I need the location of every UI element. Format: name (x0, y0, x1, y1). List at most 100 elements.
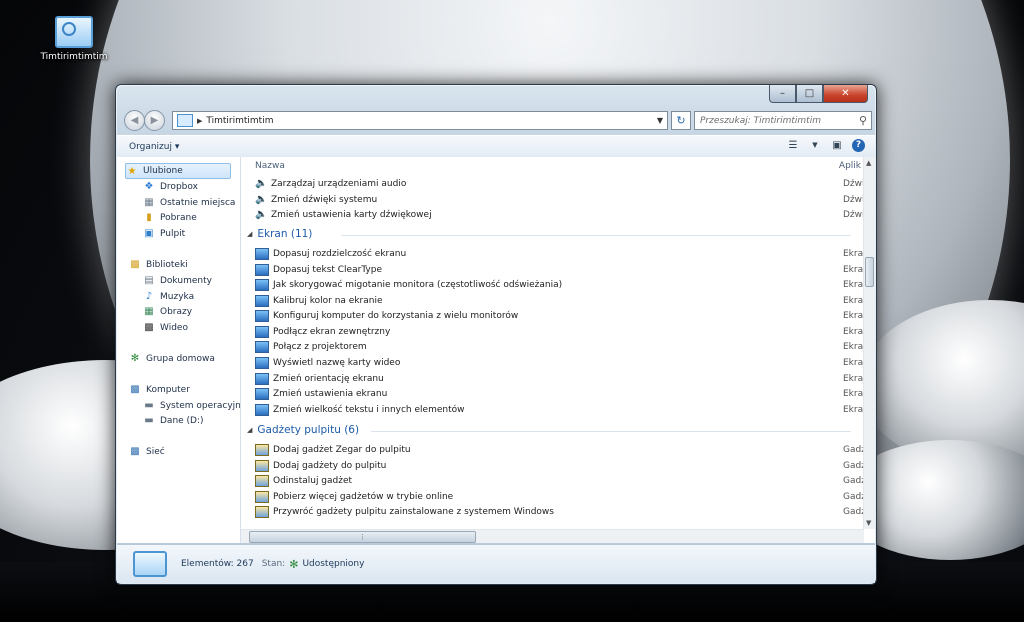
close-button[interactable]: ✕ (823, 85, 868, 103)
state-label: Stan: (261, 559, 286, 569)
sidebar-item-favorites[interactable]: ★ Ulubione (125, 163, 231, 179)
group-divider (341, 235, 851, 236)
list-item[interactable]: Zmień orientację ekranu Ekran (255, 371, 875, 386)
list-item-label: Połącz z projektorem (273, 341, 367, 352)
group-header-ekran[interactable]: ◢ Ekran (11) (247, 228, 312, 240)
list-item[interactable]: Konfiguruj komputer do korzystania z wie… (255, 308, 875, 323)
refresh-button[interactable]: ↻ (671, 111, 691, 130)
vertical-scroll-thumb[interactable] (865, 257, 874, 287)
libraries-icon: ▩ (130, 259, 140, 270)
column-header-app[interactable]: Aplik (839, 161, 861, 171)
list-item[interactable]: Dopasuj tekst ClearType Ekran (255, 262, 875, 277)
list-item[interactable]: 🔈 Zmień ustawienia karty dźwiękowej Dźwi (255, 207, 875, 222)
list-item[interactable]: Odinstaluj gadżet Gadź (255, 473, 875, 488)
preview-pane-icon[interactable]: ▣ (830, 138, 844, 152)
desktop-folder-icon: ▣ (144, 228, 154, 239)
view-options-icon[interactable]: ☰ (786, 138, 800, 152)
monitor-icon (255, 325, 269, 338)
list-item[interactable]: Zmień ustawienia ekranu Ekran (255, 386, 875, 401)
list-item-label: Zmień orientację ekranu (273, 373, 384, 384)
sidebar-item-system-drive[interactable]: ▬ System operacyjny ( (143, 400, 240, 411)
gadget-icon (255, 459, 269, 472)
list-item[interactable]: Połącz z projektorem Ekran (255, 339, 875, 354)
minimize-button[interactable]: – (769, 85, 796, 103)
maximize-button[interactable]: □ (796, 85, 823, 103)
list-item-label: Wyświetl nazwę karty wideo (273, 357, 401, 368)
list-item[interactable]: Wyświetl nazwę karty wideo Ekran (255, 355, 875, 370)
control-panel-icon (177, 114, 193, 127)
list-item[interactable]: Dopasuj rozdzielczość ekranu Ekran (255, 246, 875, 261)
list-item[interactable]: Dodaj gadżet Zegar do pulpitu Gadź (255, 442, 875, 457)
list-item-label: Zmień dźwięki systemu (271, 194, 378, 205)
list-item-label: Jak skorygować migotanie monitora (częst… (273, 279, 563, 290)
breadcrumb-arrow-icon[interactable]: ▶ (197, 117, 202, 125)
group-divider (371, 431, 851, 432)
list-item-label: Podłącz ekran zewnętrzny (273, 326, 391, 337)
list-item[interactable]: Podłącz ekran zewnętrzny Ekran (255, 324, 875, 339)
column-header-name[interactable]: Nazwa (255, 161, 285, 171)
command-bar: Organizuj ▾ ☰ ▼ ▣ ? (117, 135, 875, 158)
monitor-icon (255, 403, 269, 416)
sidebar-item-label: Grupa domowa (146, 353, 215, 364)
desktop-icon[interactable]: Timtirimtimtim (34, 16, 114, 62)
list-item[interactable]: Kalibruj kolor na ekranie Ekran (255, 293, 875, 308)
list-item[interactable]: Zmień wielkość tekstu i innych elementów… (255, 402, 875, 417)
star-icon: ★ (127, 165, 137, 177)
network-icon: ▩ (130, 446, 140, 457)
drive-icon: ▬ (144, 415, 154, 426)
list-item[interactable]: 🔈 Zmień dźwięki systemu Dźwi (255, 192, 875, 207)
sidebar-item-music[interactable]: ♪ Muzyka (143, 291, 194, 302)
vertical-scrollbar[interactable]: ▲ ▼ (863, 157, 875, 529)
sidebar-item-recent-places[interactable]: ▦ Ostatnie miejsca (143, 197, 235, 208)
list-item[interactable]: Przywróć gadżety pulpitu zainstalowane z… (255, 504, 875, 519)
collapse-icon[interactable]: ◢ (247, 230, 252, 238)
sidebar-item-homegroup[interactable]: ✻ Grupa domowa (129, 353, 215, 364)
sidebar-item-downloads[interactable]: ▮ Pobrane (143, 212, 197, 223)
search-input[interactable]: Przeszukaj: Timtirimtimtim (695, 116, 859, 126)
horizontal-scroll-thumb[interactable]: ⋮ (249, 531, 476, 543)
drive-icon: ▬ (144, 400, 154, 411)
search-box[interactable]: Przeszukaj: Timtirimtimtim ⚲ (694, 111, 872, 130)
list-item[interactable]: Jak skorygować migotanie monitora (częst… (255, 277, 875, 292)
sidebar-item-computer[interactable]: ▩ Komputer (129, 384, 190, 395)
list-item-label: Zmień wielkość tekstu i innych elementów (273, 404, 465, 415)
list-item-label: Dodaj gadżet Zegar do pulpitu (273, 444, 411, 455)
sidebar-item-data-drive[interactable]: ▬ Dane (D:) (143, 415, 203, 426)
pictures-icon: ▦ (144, 306, 154, 317)
collapse-icon[interactable]: ◢ (247, 426, 252, 434)
homegroup-icon: ✻ (130, 353, 140, 364)
sidebar-item-documents[interactable]: ▤ Dokumenty (143, 275, 212, 286)
forward-button[interactable]: ▶ (144, 110, 165, 131)
monitor-icon (255, 309, 269, 322)
list-item[interactable]: Pobierz więcej gadżetów w trybie online G… (255, 489, 875, 504)
sidebar-item-label: Ulubione (143, 166, 183, 176)
sidebar-item-dropbox[interactable]: ❖ Dropbox (143, 181, 198, 192)
search-icon[interactable]: ⚲ (859, 114, 871, 127)
sidebar-item-label: Muzyka (160, 291, 195, 302)
speaker-icon: 🔈 (255, 193, 268, 205)
chevron-down-icon[interactable]: ▼ (657, 116, 663, 125)
scroll-up-icon[interactable]: ▲ (866, 159, 871, 167)
scroll-down-icon[interactable]: ▼ (866, 519, 871, 527)
gadget-icon (255, 474, 269, 487)
computer-icon: ▩ (130, 384, 140, 395)
state-value: Udostępniony (302, 559, 365, 569)
address-bar[interactable]: ▶ Timtirimtimtim ▼ (172, 111, 668, 130)
sidebar-item-videos[interactable]: ▩ Wideo (143, 322, 188, 333)
sidebar-item-desktop[interactable]: ▣ Pulpit (143, 228, 185, 239)
list-item[interactable]: Dodaj gadżety do pulpitu Gadź (255, 458, 875, 473)
help-icon[interactable]: ? (852, 138, 865, 152)
sidebar-item-pictures[interactable]: ▦ Obrazy (143, 306, 192, 317)
sidebar-item-libraries[interactable]: ▩ Biblioteki (129, 259, 187, 270)
group-title: Gadżety pulpitu (6) (257, 424, 360, 436)
breadcrumb-item[interactable]: Timtirimtimtim (206, 116, 273, 126)
group-header-gadgets[interactable]: ◢ Gadżety pulpitu (6) (247, 424, 359, 436)
list-item-label: Dodaj gadżety do pulpitu (273, 460, 387, 471)
list-item[interactable]: 🔈 Zarządzaj urządzeniami audio Dźwi (255, 176, 875, 191)
downloads-folder-icon: ▮ (146, 212, 152, 223)
chevron-down-icon[interactable]: ▼ (808, 138, 822, 152)
back-button[interactable]: ◀ (124, 110, 145, 131)
sidebar-item-network[interactable]: ▩ Sieć (129, 446, 164, 457)
horizontal-scrollbar[interactable]: ⋮ (241, 529, 864, 543)
organize-button[interactable]: Organizuj ▾ (129, 142, 179, 152)
